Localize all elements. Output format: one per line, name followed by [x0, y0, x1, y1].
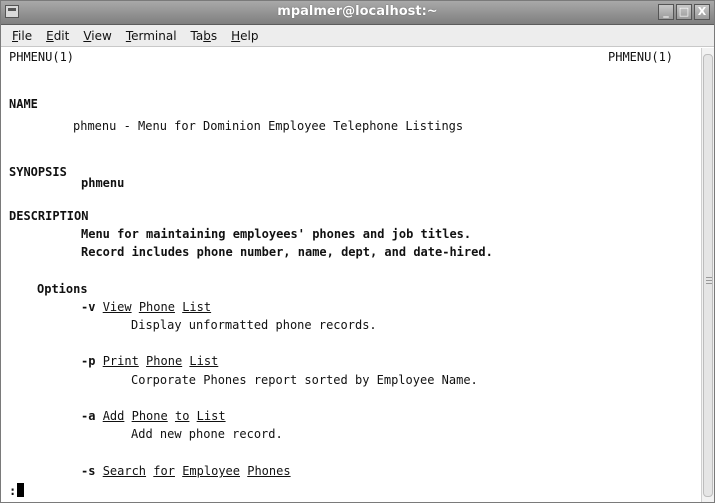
options-heading: Options — [37, 282, 88, 296]
menu-help-mnemonic: H — [231, 28, 241, 43]
terminal-window: mpalmer@localhost:~ _ □ X File Edit View… — [0, 0, 715, 503]
man-header-left: PHMENU(1) — [9, 50, 75, 64]
menu-edit-mnemonic: E — [46, 28, 54, 43]
menu-tabs-mnemonic: b — [203, 28, 211, 43]
name-heading: NAME — [9, 97, 38, 111]
option-view: -v View Phone List — [81, 300, 212, 314]
menu-bar: File Edit View Terminal Tabs Help — [1, 25, 714, 47]
window-title: mpalmer@localhost:~ — [277, 4, 438, 19]
option-search: -s Search for Employee Phones — [81, 464, 291, 478]
text-cursor — [17, 483, 25, 497]
option-flag: -p — [81, 354, 96, 368]
scrollbar-thumb[interactable] — [703, 54, 713, 497]
option-flag: -v — [81, 300, 96, 314]
minimize-button[interactable]: _ — [658, 4, 674, 20]
synopsis-heading: SYNOPSIS — [9, 165, 67, 179]
option-add: -a Add Phone to List — [81, 409, 226, 423]
terminal-output[interactable]: PHMENU(1) PHMENU(1) NAME phmenu - Menu f… — [1, 48, 701, 502]
option-flag: -a — [81, 409, 96, 423]
description-line-1: Menu for maintaining employees' phones a… — [81, 227, 472, 241]
synopsis-text: phmenu — [81, 176, 125, 190]
maximize-button[interactable]: □ — [676, 4, 692, 20]
name-text: phmenu - Menu for Dominion Employee Tele… — [73, 119, 464, 133]
title-bar[interactable]: mpalmer@localhost:~ _ □ X — [1, 1, 714, 25]
menu-view[interactable]: View — [76, 29, 118, 43]
option-add-desc: Add new phone record. — [131, 427, 283, 441]
option-print-desc: Corporate Phones report sorted by Employ… — [131, 373, 478, 387]
menu-tabs[interactable]: Tabs — [184, 29, 225, 43]
scrollbar-grip-icon — [706, 277, 712, 284]
man-header-right: PHMENU(1) — [608, 50, 674, 64]
pager-prompt[interactable]: : — [9, 483, 25, 499]
menu-edit[interactable]: Edit — [39, 29, 76, 43]
option-flag: -s — [81, 464, 96, 478]
option-print: -p Print Phone List — [81, 354, 219, 368]
menu-help[interactable]: Help — [224, 29, 265, 43]
description-heading: DESCRIPTION — [9, 209, 89, 223]
menu-file[interactable]: File — [5, 29, 39, 43]
vertical-scrollbar[interactable] — [701, 48, 714, 502]
menu-terminal[interactable]: Terminal — [119, 29, 184, 43]
option-view-desc: Display unformatted phone records. — [131, 318, 377, 332]
description-line-2: Record includes phone number, name, dept… — [81, 245, 493, 259]
close-button[interactable]: X — [694, 4, 710, 20]
